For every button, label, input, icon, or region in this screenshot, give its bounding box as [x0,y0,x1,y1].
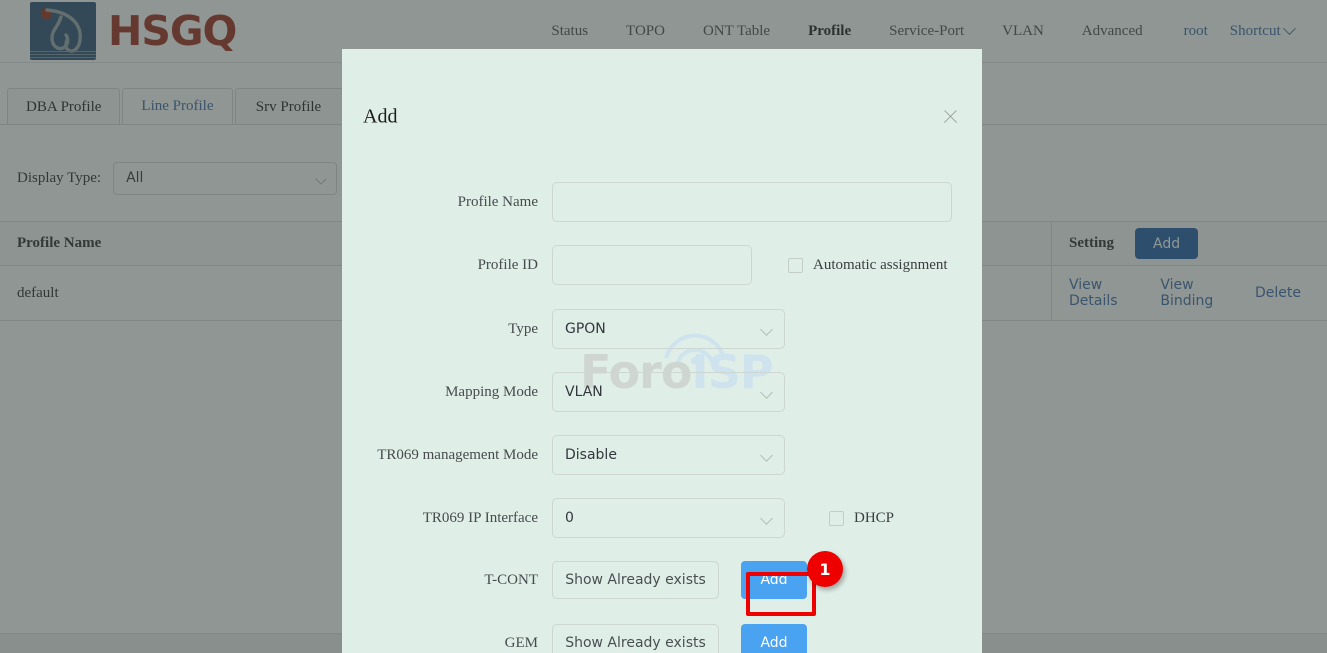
select-type-value: GPON [565,321,606,337]
field-row-mapping-mode: Mapping Mode VLAN [342,372,785,412]
field-row-tr069-management-mode: TR069 management Mode Disable [342,435,785,475]
label-tr069-ip-interface: TR069 IP Interface [422,509,538,526]
input-profile-id[interactable] [552,245,752,285]
label-automatic-assignment: Automatic assignment [813,256,948,273]
chevron-down-icon [760,512,773,525]
add-line-profile-dialog: Add ForoISP Profile Name Profile ID Auto [342,49,982,653]
select-tr069-ip-interface[interactable]: 0 [552,498,785,538]
select-type[interactable]: GPON [552,309,785,349]
select-tr069-management-mode-value: Disable [565,447,617,463]
annotation-step-badge: 1 [807,551,843,587]
label-gem: GEM [504,634,538,651]
chevron-down-icon [760,323,773,336]
field-row-type: Type GPON [342,309,785,349]
chevron-down-icon [760,449,773,462]
input-profile-name[interactable] [552,182,952,222]
select-tr069-ip-interface-value: 0 [565,510,574,526]
label-tcont: T-CONT [484,571,538,588]
checkbox-automatic-assignment[interactable]: Automatic assignment [788,257,948,274]
select-tr069-management-mode[interactable]: Disable [552,435,785,475]
label-tr069-management-mode: TR069 management Mode [377,446,538,463]
label-profile-id: Profile ID [477,256,538,273]
label-type: Type [508,320,538,337]
field-row-profile-name: Profile Name [342,182,952,222]
select-mapping-mode[interactable]: VLAN [552,372,785,412]
checkbox-box-icon [788,257,803,273]
app-root: HSGQ Status TOPO ONT Table Profile Servi… [0,0,1327,653]
tcont-add-button[interactable]: Add [741,561,807,599]
label-mapping-mode: Mapping Mode [445,383,538,400]
chevron-down-icon [760,386,773,399]
field-row-tr069-ip-interface: TR069 IP Interface 0 DHCP [342,498,894,538]
close-icon[interactable] [940,106,962,128]
field-row-profile-id: Profile ID Automatic assignment [342,245,948,285]
checkbox-dhcp[interactable]: DHCP [829,510,894,527]
label-profile-name: Profile Name [457,193,538,210]
gem-show-existing-button[interactable]: Show Already exists [552,624,719,653]
gem-add-button[interactable]: Add [741,624,807,653]
select-mapping-mode-value: VLAN [565,384,603,400]
label-dhcp: DHCP [854,509,895,526]
dialog-title: Add [363,105,398,128]
field-row-tcont: T-CONT Show Already exists Add [342,561,807,599]
tcont-show-existing-button[interactable]: Show Already exists [552,561,719,599]
checkbox-box-icon [829,510,844,526]
field-row-gem: GEM Show Already exists Add [342,624,807,653]
